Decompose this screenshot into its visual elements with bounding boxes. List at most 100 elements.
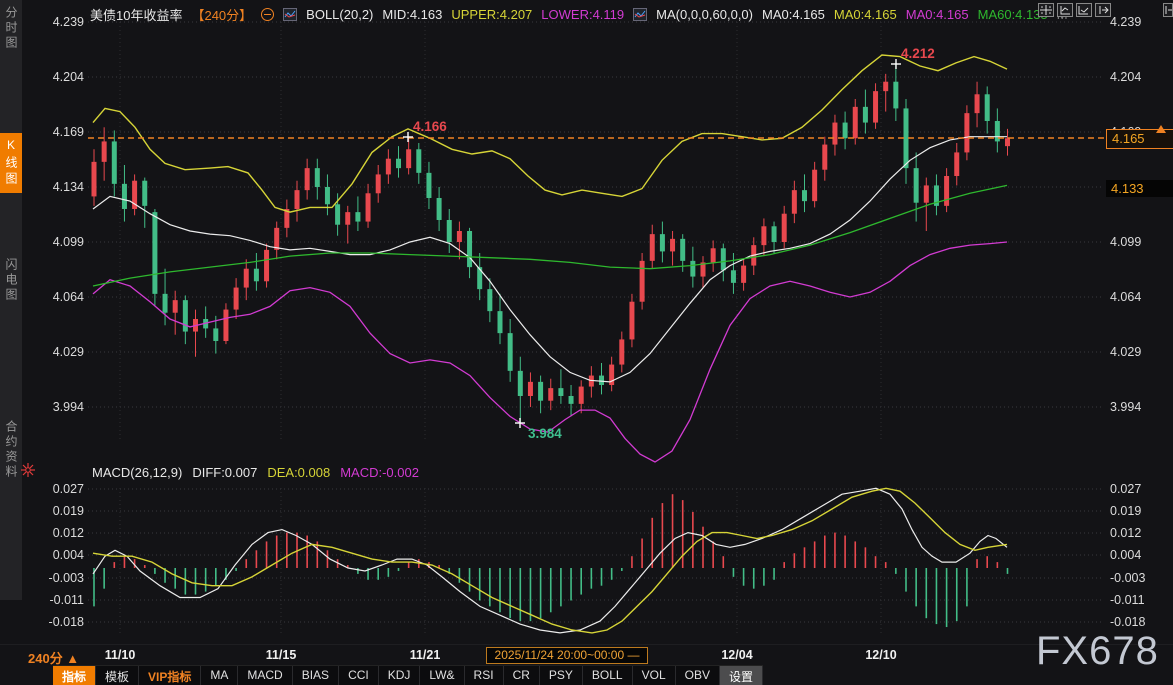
toolbar-item-CR[interactable]: CR (504, 666, 540, 685)
candle-body (386, 159, 391, 175)
y-axis-label-right: -0.018 (1110, 615, 1145, 629)
candle-body (102, 141, 107, 161)
right-axis-panel-icon[interactable] (1076, 3, 1092, 17)
boll-label: BOLL(20,2) (306, 7, 373, 22)
y-axis-label-left: -0.011 (49, 593, 84, 607)
boll-indicator-icon[interactable] (283, 8, 297, 21)
toolbar-item-VIP指标[interactable]: VIP指标 (139, 666, 201, 685)
macd-diff-value: DIFF:0.007 (192, 465, 257, 480)
candle-body (92, 162, 97, 197)
candle-body (579, 387, 584, 404)
crosshair-datetime-box: 2025/11/24 20:00~00:00 — (486, 647, 648, 664)
toolbar-item-模板[interactable]: 模板 (96, 666, 139, 685)
candle-body (173, 300, 178, 313)
candle-body (711, 248, 716, 262)
boll-upper-value: UPPER:4.207 (451, 7, 532, 22)
candle-body (315, 168, 320, 187)
macd-layer (93, 488, 1008, 633)
alert-starburst-icon[interactable] (20, 462, 36, 483)
ma-indicator-icon[interactable] (633, 8, 647, 21)
toolbar-item-设置[interactable]: 设置 (720, 666, 763, 685)
candle-body (1005, 138, 1010, 146)
y-axis-label-left: 0.027 (53, 482, 84, 496)
watermark-logo: FX678 (1036, 629, 1159, 674)
y-axis-label-left: -0.003 (49, 571, 84, 585)
candle-body (904, 108, 909, 168)
y-axis-label-left: 0.012 (53, 526, 84, 540)
toolbar-item-LW&[interactable]: LW& (420, 666, 464, 685)
candle-body (924, 185, 929, 202)
toolbar-item-PSY[interactable]: PSY (540, 666, 583, 685)
indicator-toolbar: 指标模板VIP指标MAMACDBIASCCIKDJLW&RSICRPSYBOLL… (53, 665, 763, 685)
candle-body (295, 190, 300, 209)
toolbar-item-RSI[interactable]: RSI (465, 666, 504, 685)
left-axis-panel-icon[interactable] (1057, 3, 1073, 17)
boll-upper-line (93, 55, 1007, 212)
prev-close-price-tag: 4.133 (1106, 180, 1173, 197)
boll-lower-value: LOWER:4.119 (541, 7, 624, 22)
macd-label: MACD(26,12,9) (92, 465, 182, 480)
candle-body (670, 239, 675, 252)
y-axis-label-right: 0.004 (1110, 548, 1141, 562)
crosshair-icon[interactable] (1038, 3, 1054, 17)
candle-body (640, 261, 645, 302)
candle-body (569, 396, 574, 404)
y-axis-label-right: -0.003 (1110, 571, 1145, 585)
candle-body (832, 123, 837, 145)
candle-body (873, 91, 878, 122)
candle-body (954, 152, 959, 176)
y-axis-label-right: 0.027 (1110, 482, 1141, 496)
ma-label: MA(0,0,0,60,0,0) (656, 7, 753, 22)
y-axis-label-left: 0.004 (53, 548, 84, 562)
period-badge[interactable]: 【240分】 (191, 5, 252, 24)
candles-layer (92, 64, 1011, 422)
candle-body (518, 371, 523, 396)
candle-body (305, 168, 310, 190)
candle-body (883, 82, 888, 91)
candle-body (731, 270, 736, 283)
collapse-icon[interactable] (261, 8, 274, 21)
candle-body (863, 107, 868, 123)
candle-body (893, 82, 898, 109)
candle-body (721, 248, 726, 270)
candle-body (650, 234, 655, 261)
toolbar-item-指标[interactable]: 指标 (53, 666, 96, 685)
candle-body (690, 261, 695, 277)
candle-body (660, 234, 665, 251)
candle-body (234, 288, 239, 310)
candle-body (761, 226, 766, 245)
candle-body (802, 190, 807, 201)
toolbar-item-BIAS[interactable]: BIAS (293, 666, 339, 685)
candle-body (274, 228, 279, 250)
candle-body (345, 212, 350, 225)
candle-body (335, 204, 340, 224)
toolbar-item-CCI[interactable]: CCI (339, 666, 379, 685)
toolbar-item-KDJ[interactable]: KDJ (379, 666, 421, 685)
y-axis-label-left: 4.204 (53, 70, 84, 84)
y-axis-label-right: -0.011 (1110, 593, 1145, 607)
candle-body (447, 220, 452, 242)
y-axis-label-left: -0.018 (49, 615, 84, 629)
candle-body (538, 382, 543, 401)
toolbar-item-MA[interactable]: MA (201, 666, 238, 685)
toolbar-item-MACD[interactable]: MACD (238, 666, 292, 685)
candle-body (416, 149, 421, 173)
y-axis-label-left: 4.134 (53, 180, 84, 194)
candle-body (376, 174, 381, 193)
y-axis-label-left: 0.019 (53, 504, 84, 518)
app-window: 4.1664.2123.9844.2394.2394.2044.2044.169… (0, 0, 1173, 685)
x-axis-tick-label: 12/04 (721, 648, 752, 662)
price-annotation: 4.166 (413, 119, 447, 134)
ma0-white-value: MA0:4.165 (762, 7, 825, 22)
candle-body (528, 382, 533, 396)
toolbar-item-OBV[interactable]: OBV (676, 666, 720, 685)
pan-right-icon[interactable] (1095, 3, 1111, 17)
candle-body (396, 159, 401, 168)
main-chart[interactable]: 4.1664.2123.9844.2394.2394.2044.2044.169… (0, 0, 1173, 645)
candle-body (355, 212, 360, 221)
y-axis-label-right: 4.064 (1110, 290, 1141, 304)
candle-body (406, 149, 411, 168)
candle-body (741, 266, 746, 283)
toolbar-item-BOLL[interactable]: BOLL (583, 666, 633, 685)
toolbar-item-VOL[interactable]: VOL (633, 666, 676, 685)
